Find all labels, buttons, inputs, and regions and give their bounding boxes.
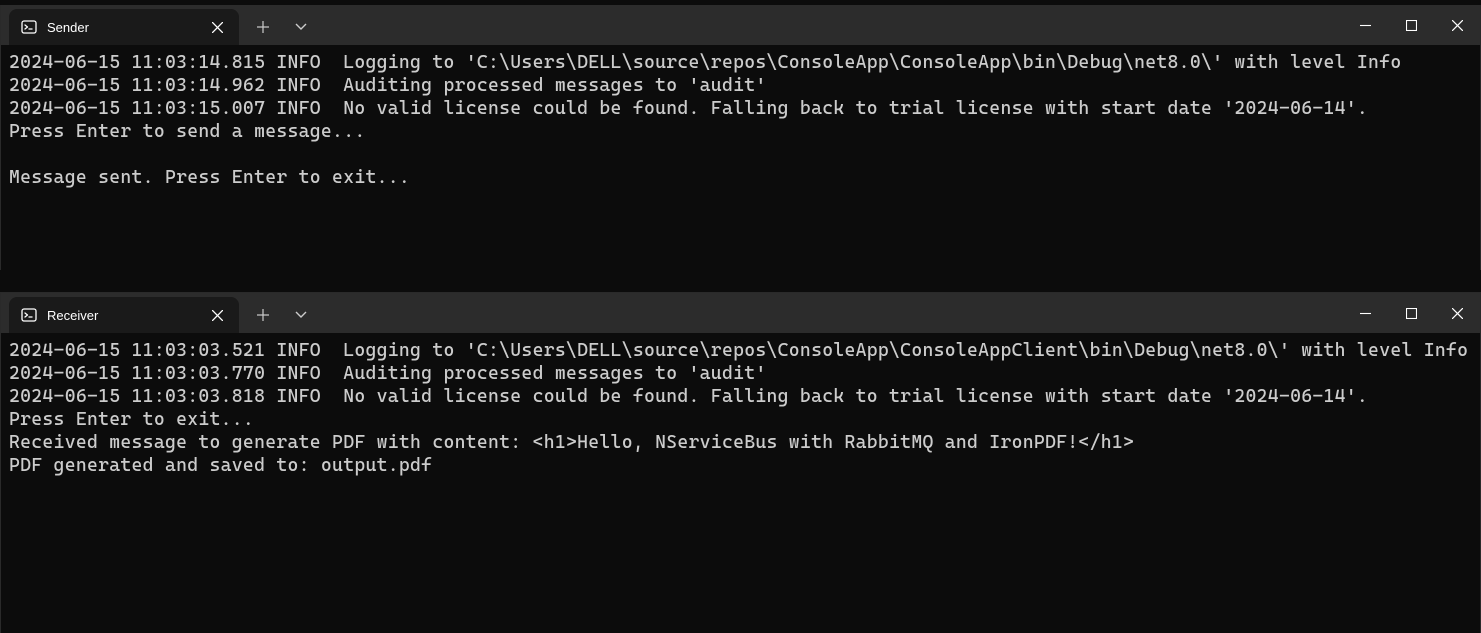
terminal-icon: [21, 19, 37, 35]
plus-icon: [257, 21, 269, 33]
tab-well: Sender: [1, 5, 1342, 45]
plus-icon: [257, 309, 269, 321]
tab-title: Sender: [47, 20, 197, 35]
terminal-window-sender: Sender: [0, 5, 1481, 270]
new-tab-button[interactable]: [245, 9, 281, 45]
close-icon: [212, 310, 223, 321]
chevron-down-icon: [295, 23, 307, 31]
close-tab-button[interactable]: [207, 17, 227, 37]
tab-actions: [245, 297, 319, 333]
tab-receiver[interactable]: Receiver: [9, 297, 239, 333]
maximize-button[interactable]: [1388, 5, 1434, 45]
tab-actions: [245, 9, 319, 45]
minimize-button[interactable]: [1342, 5, 1388, 45]
chevron-down-icon: [295, 311, 307, 319]
tab-sender[interactable]: Sender: [9, 9, 239, 45]
tab-dropdown-button[interactable]: [283, 9, 319, 45]
close-window-button[interactable]: [1434, 5, 1480, 45]
close-icon: [212, 22, 223, 33]
minimize-icon: [1360, 20, 1371, 31]
terminal-icon: [21, 307, 37, 323]
terminal-window-receiver: Receiver: [0, 292, 1481, 633]
titlebar: Receiver: [1, 293, 1480, 333]
close-icon: [1452, 20, 1463, 31]
new-tab-button[interactable]: [245, 297, 281, 333]
window-controls: [1342, 293, 1480, 333]
close-icon: [1452, 308, 1463, 319]
maximize-icon: [1406, 20, 1417, 31]
terminal-output[interactable]: 2024-06-15 11:03:03.521 INFO Logging to …: [1, 333, 1480, 633]
tab-title: Receiver: [47, 308, 197, 323]
close-window-button[interactable]: [1434, 293, 1480, 333]
maximize-icon: [1406, 308, 1417, 319]
maximize-button[interactable]: [1388, 293, 1434, 333]
tab-well: Receiver: [1, 293, 1342, 333]
minimize-icon: [1360, 308, 1371, 319]
terminal-output[interactable]: 2024-06-15 11:03:14.815 INFO Logging to …: [1, 45, 1480, 270]
minimize-button[interactable]: [1342, 293, 1388, 333]
window-controls: [1342, 5, 1480, 45]
titlebar: Sender: [1, 5, 1480, 45]
close-tab-button[interactable]: [207, 305, 227, 325]
tab-dropdown-button[interactable]: [283, 297, 319, 333]
